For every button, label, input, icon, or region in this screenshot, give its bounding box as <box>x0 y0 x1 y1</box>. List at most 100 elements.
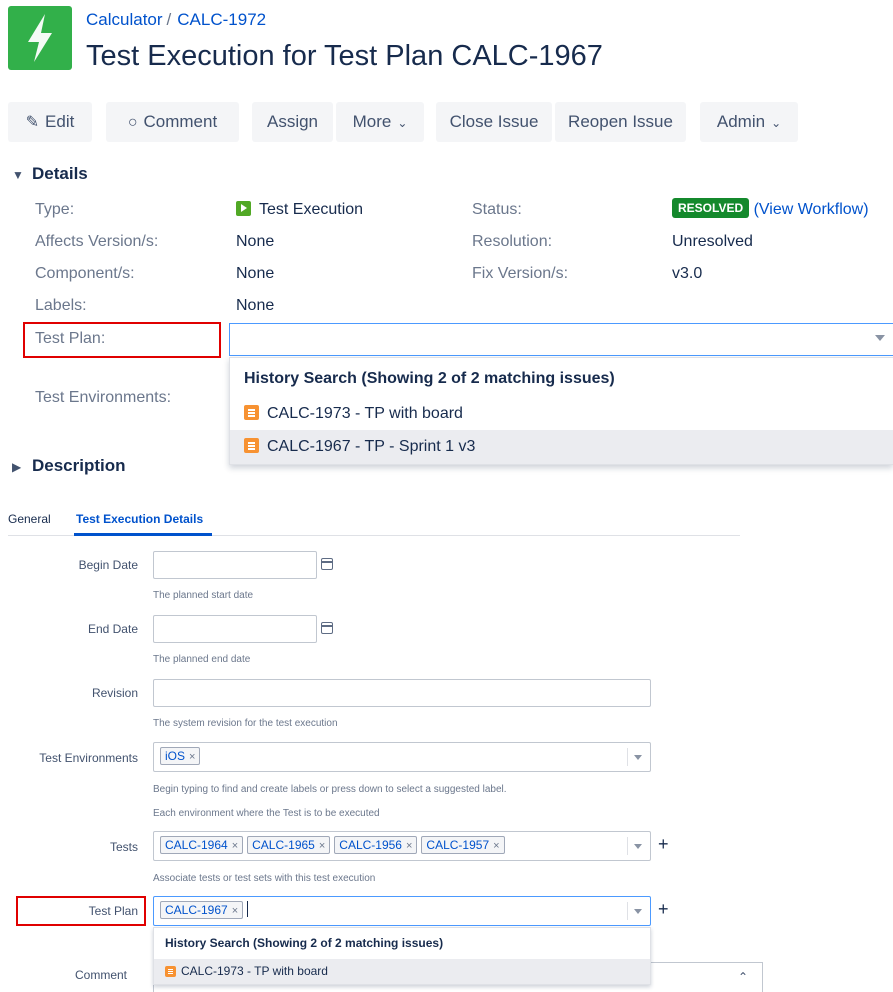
labels-value: None <box>236 297 275 314</box>
test-plan-suggestions: History Search (Showing 2 of 2 matching … <box>229 357 893 465</box>
remove-icon[interactable]: × <box>232 840 238 852</box>
reopen-issue-label: Reopen Issue <box>568 112 673 131</box>
test-plan-icon <box>244 438 259 453</box>
tests-hint: Associate tests or test sets with this t… <box>153 873 376 884</box>
active-tab-indicator <box>74 533 212 536</box>
affects-version-label: Affects Version/s: <box>35 233 159 250</box>
test-environments-hint: Begin typing to find and create labels o… <box>153 784 507 795</box>
calendar-icon[interactable] <box>320 558 333 570</box>
remove-icon[interactable]: × <box>493 840 499 852</box>
test-environments-label: Test Environments: <box>35 389 172 406</box>
tests-label: Tests <box>109 840 138 854</box>
remove-icon[interactable]: × <box>406 840 412 852</box>
details-heading: Details <box>32 164 88 183</box>
test-execution-icon <box>236 201 251 216</box>
test-environments-form-label: Test Environments <box>39 751 138 765</box>
edit-button[interactable]: ✎ Edit <box>8 102 92 142</box>
chevron-right-icon: ▶ <box>12 460 22 474</box>
more-button-label: More <box>352 112 392 131</box>
end-date-input[interactable] <box>153 615 317 643</box>
select-divider <box>627 902 628 920</box>
breadcrumb-issue-key[interactable]: CALC-1972 <box>177 10 266 29</box>
lightning-icon <box>28 14 52 62</box>
end-date-label: End Date <box>87 622 138 636</box>
text-cursor <box>247 901 249 917</box>
dropdown-arrow-icon[interactable] <box>875 335 885 341</box>
assign-button[interactable]: Assign <box>252 102 333 142</box>
test-tag[interactable]: CALC-1956 × <box>334 836 418 854</box>
suggestion-item-text: CALC-1973 - TP with board <box>181 964 328 978</box>
view-workflow-link[interactable]: (View Workflow) <box>754 201 869 218</box>
begin-date-input[interactable] <box>153 551 317 579</box>
begin-date-hint: The planned start date <box>153 590 254 601</box>
dropdown-arrow-icon[interactable] <box>634 909 642 914</box>
test-plan-form-label: Test Plan <box>88 904 138 918</box>
suggestion-item-text: CALC-1973 - TP with board <box>267 405 463 422</box>
suggestion-item-selected[interactable]: CALC-1967 - TP - Sprint 1 v3 <box>230 430 893 464</box>
revision-input[interactable] <box>153 679 651 707</box>
test-plan-tag[interactable]: CALC-1967 × <box>160 901 244 919</box>
status-label: Status: <box>472 201 522 218</box>
fix-version-link[interactable]: v3.0 <box>672 265 702 283</box>
end-date-hint: The planned end date <box>153 654 251 665</box>
dropdown-arrow-icon[interactable] <box>634 844 642 849</box>
assign-button-label: Assign <box>266 112 319 131</box>
tests-select[interactable]: CALC-1964 × CALC-1965 × CALC-1956 × CALC-1957 × <box>153 831 651 861</box>
test-tag[interactable]: CALC-1964 × <box>160 836 244 854</box>
select-divider <box>627 837 628 855</box>
resolution-label: Resolution: <box>472 233 553 250</box>
project-logo[interactable] <box>8 6 72 70</box>
test-plan-input[interactable] <box>229 323 893 356</box>
test-tag-text: CALC-1957 <box>426 838 490 852</box>
test-tag[interactable]: CALC-1965 × <box>247 836 331 854</box>
suggestion-item-text: CALC-1967 - TP - Sprint 1 v3 <box>267 438 476 455</box>
comment-button[interactable]: ○ Comment <box>106 102 239 142</box>
speech-bubble-icon: ○ <box>127 114 138 131</box>
chevron-down-icon: ▼ <box>12 168 24 182</box>
description-section-toggle[interactable]: ▶ Description <box>12 456 126 476</box>
type-value-text: Test Execution <box>259 201 364 218</box>
test-tag-text: CALC-1956 <box>339 838 402 852</box>
status-value: RESOLVED (View Workflow) <box>672 198 869 219</box>
close-issue-button[interactable]: Close Issue <box>436 102 552 142</box>
chevron-down-icon: ⌄ <box>771 116 782 130</box>
environment-tag[interactable]: iOS × <box>160 747 201 765</box>
component-label: Component/s: <box>35 265 135 282</box>
test-environments-hint-2: Each environment where the Test is to be… <box>153 808 380 819</box>
page-title: Test Execution for Test Plan CALC-1967 <box>86 40 603 72</box>
revision-hint: The system revision for the test executi… <box>153 718 338 729</box>
test-plan-tag-text: CALC-1967 <box>165 903 228 917</box>
breadcrumb-project[interactable]: Calculator <box>86 10 163 29</box>
dropdown-arrow-icon[interactable] <box>634 755 642 760</box>
tab-general[interactable]: General <box>8 512 51 526</box>
type-label: Type: <box>35 201 75 218</box>
tab-test-execution-details[interactable]: Test Execution Details <box>76 512 203 526</box>
remove-icon[interactable]: × <box>232 905 238 917</box>
remove-icon[interactable]: × <box>189 751 195 763</box>
fix-version-label: Fix Version/s: <box>472 265 569 282</box>
details-section-toggle[interactable]: ▼ Details <box>12 164 88 184</box>
admin-button[interactable]: Admin ⌄ <box>700 102 798 142</box>
suggestion-item[interactable]: CALC-1973 - TP with board <box>230 397 893 431</box>
close-issue-label: Close Issue <box>449 112 539 131</box>
remove-icon[interactable]: × <box>319 840 325 852</box>
test-plan-label: Test Plan: <box>35 330 106 347</box>
calendar-icon[interactable] <box>320 622 333 634</box>
test-environments-select[interactable]: iOS × <box>153 742 651 772</box>
more-button[interactable]: More ⌄ <box>336 102 424 142</box>
reopen-issue-button[interactable]: Reopen Issue <box>555 102 686 142</box>
begin-date-label: Begin Date <box>78 558 138 572</box>
test-tag[interactable]: CALC-1957 × <box>421 836 505 854</box>
suggestion-item-selected[interactable]: CALC-1973 - TP with board <box>154 959 650 984</box>
test-plan-select[interactable]: CALC-1967 × <box>153 896 651 926</box>
add-tests-icon[interactable]: + <box>658 834 669 855</box>
select-divider <box>627 748 628 766</box>
labels-label: Labels: <box>35 297 87 314</box>
status-badge: RESOLVED <box>672 198 750 218</box>
chevron-down-icon: ⌄ <box>397 116 408 130</box>
add-test-plan-icon[interactable]: + <box>658 899 669 920</box>
edit-button-label: Edit <box>45 112 75 131</box>
collapse-toolbar-icon[interactable]: ⌃ <box>738 970 748 984</box>
breadcrumb-separator: / <box>166 10 172 29</box>
component-value: None <box>236 265 275 282</box>
